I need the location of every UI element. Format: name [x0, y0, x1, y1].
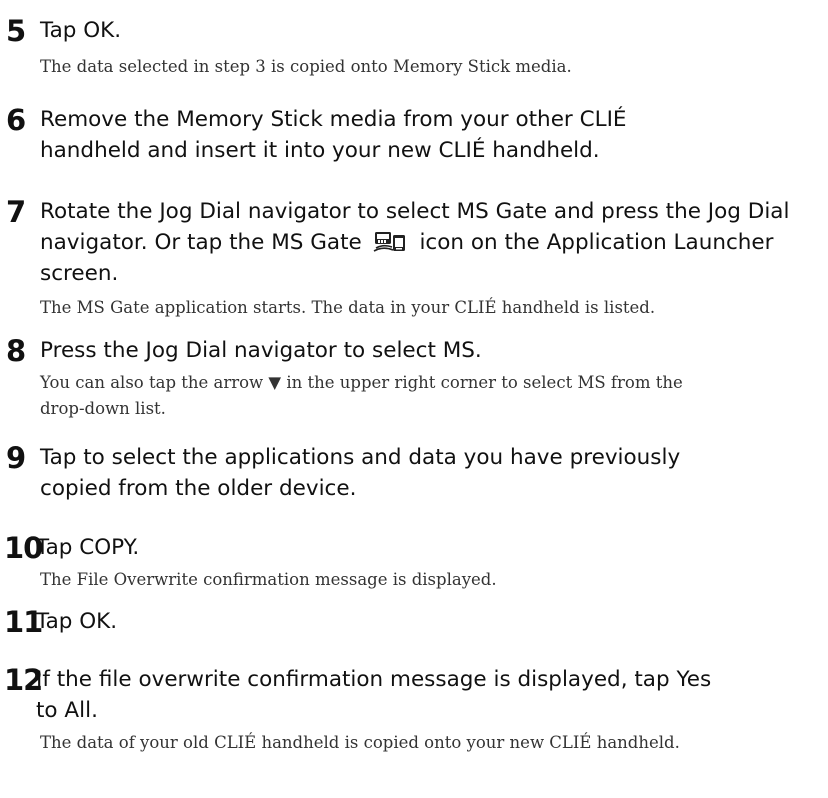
step-number: 8	[6, 334, 27, 368]
step-description: The MS Gate application starts. The data…	[40, 298, 656, 317]
step-title: Tap to select the applications and data …	[40, 445, 681, 501]
step-title: Tap COPY.	[36, 535, 140, 560]
step-title: If the file overwrite confirmation messa…	[36, 667, 712, 723]
step-number: 5	[6, 14, 27, 48]
ms-gate-icon	[373, 229, 407, 253]
step-description: The File Overwrite confirmation message …	[40, 570, 497, 589]
step-title: Remove the Memory Stick media from your …	[40, 107, 627, 163]
step-title: Tap OK.	[36, 609, 118, 634]
step-title: Tap OK.	[40, 18, 122, 43]
step-description: The data of your old CLIÉ handheld is co…	[40, 733, 680, 752]
step-number: 7	[6, 195, 27, 229]
step-number: 9	[6, 441, 27, 475]
instruction-page: 5 Tap OK. The data selected in step 3 is…	[0, 0, 828, 798]
step-description: You can also tap the arrow ▼ in the uppe…	[40, 373, 683, 418]
step-number: 6	[6, 103, 27, 137]
step-description: The data selected in step 3 is copied on…	[40, 57, 572, 76]
step-title: Press the Jog Dial navigator to select M…	[40, 338, 482, 363]
step-title: Rotate the Jog Dial navigator to select …	[40, 196, 826, 289]
